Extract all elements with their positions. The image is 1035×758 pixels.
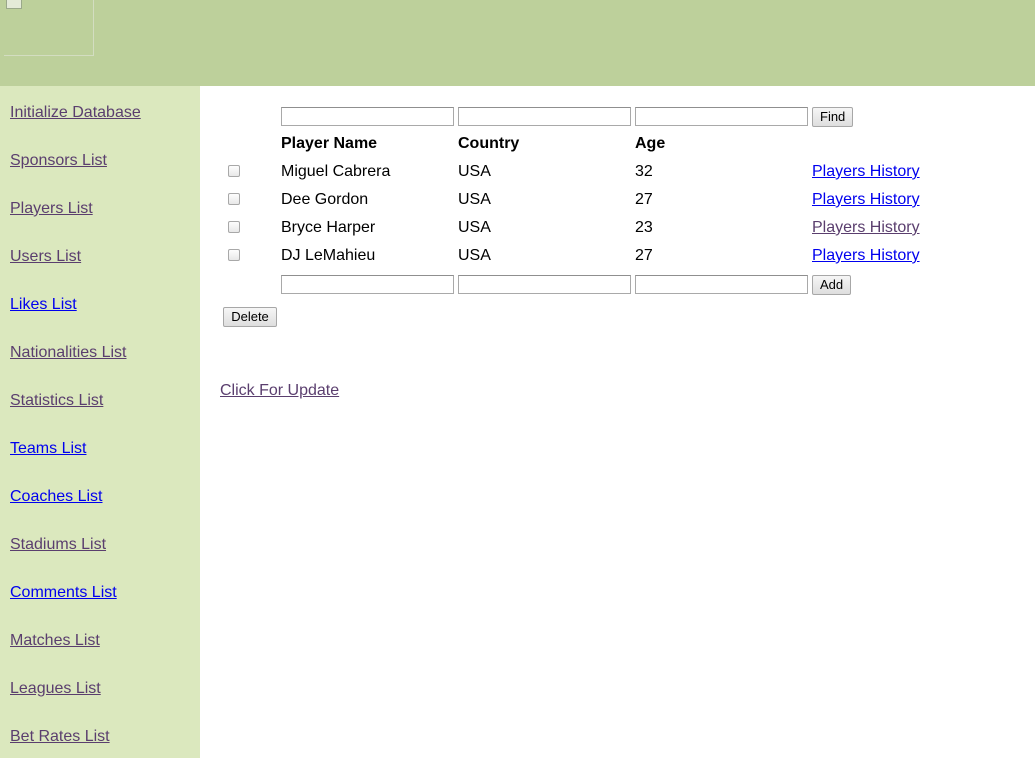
- sidebar-item-likes[interactable]: Likes List: [10, 295, 77, 315]
- country-cell: USA: [458, 219, 491, 236]
- country-cell: USA: [458, 247, 491, 264]
- player-name-cell: DJ LeMahieu: [281, 247, 376, 264]
- sidebar-item-teams[interactable]: Teams List: [10, 439, 86, 459]
- player-name-cell: Miguel Cabrera: [281, 163, 391, 180]
- player-name-cell: Bryce Harper: [281, 219, 376, 236]
- column-header-player-name: Player Name: [281, 135, 378, 152]
- add-country-input[interactable]: [458, 275, 631, 294]
- players-history-link[interactable]: Players History: [812, 162, 920, 182]
- age-cell: 23: [635, 219, 653, 236]
- players-history-link[interactable]: Players History: [812, 218, 920, 238]
- click-for-update-link[interactable]: Click For Update: [220, 381, 339, 401]
- delete-button[interactable]: Delete: [223, 307, 277, 327]
- age-cell: 32: [635, 163, 653, 180]
- sidebar-item-initialize-database[interactable]: Initialize Database: [10, 103, 141, 123]
- players-history-link[interactable]: Players History: [812, 246, 920, 266]
- row-select-checkbox[interactable]: [228, 221, 240, 233]
- sidebar-item-leagues[interactable]: Leagues List: [10, 679, 101, 699]
- country-cell: USA: [458, 163, 491, 180]
- row-select-checkbox[interactable]: [228, 193, 240, 205]
- age-cell: 27: [635, 247, 653, 264]
- column-header-age: Age: [635, 135, 666, 152]
- find-button[interactable]: Find: [812, 107, 853, 127]
- add-age-input[interactable]: [635, 275, 808, 294]
- age-cell: 27: [635, 191, 653, 208]
- add-name-input[interactable]: [281, 275, 454, 294]
- sidebar-item-matches[interactable]: Matches List: [10, 631, 100, 651]
- players-history-link[interactable]: Players History: [812, 190, 920, 210]
- search-country-input[interactable]: [458, 107, 631, 126]
- player-name-cell: Dee Gordon: [281, 191, 369, 208]
- column-header-country: Country: [458, 135, 520, 152]
- sidebar: Initialize Database Sponsors List Player…: [0, 86, 200, 758]
- sidebar-item-bet-rates[interactable]: Bet Rates List: [10, 727, 110, 747]
- sidebar-item-nationalities[interactable]: Nationalities List: [10, 343, 127, 363]
- broken-image-icon: [4, 0, 94, 56]
- sidebar-item-coaches[interactable]: Coaches List: [10, 487, 103, 507]
- row-select-checkbox[interactable]: [228, 249, 240, 261]
- sidebar-item-comments[interactable]: Comments List: [10, 583, 117, 603]
- sidebar-item-stadiums[interactable]: Stadiums List: [10, 535, 106, 555]
- sidebar-item-players[interactable]: Players List: [10, 199, 93, 219]
- add-button[interactable]: Add: [812, 275, 851, 295]
- search-name-input[interactable]: [281, 107, 454, 126]
- sidebar-item-statistics[interactable]: Statistics List: [10, 391, 103, 411]
- row-select-checkbox[interactable]: [228, 165, 240, 177]
- main-content: Find Player Name Country Age Miguel Cabr…: [200, 86, 1035, 758]
- search-age-input[interactable]: [635, 107, 808, 126]
- country-cell: USA: [458, 191, 491, 208]
- sidebar-item-users[interactable]: Users List: [10, 247, 81, 267]
- sidebar-item-sponsors[interactable]: Sponsors List: [10, 151, 107, 171]
- page-header: [0, 0, 1035, 86]
